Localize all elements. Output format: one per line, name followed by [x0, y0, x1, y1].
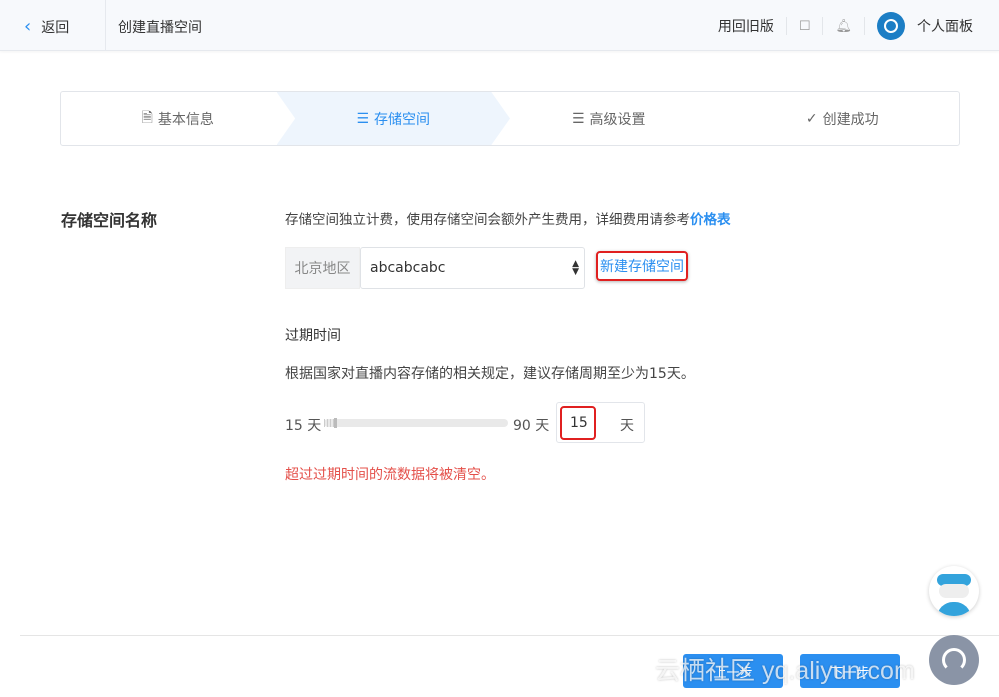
step-label: 基本信息 — [157, 111, 214, 128]
sort-caret-icon: ▲ ▼ — [572, 259, 579, 277]
step-label: 创建成功 — [822, 111, 879, 128]
expire-note: 根据国家对直播内容存储的相关规定，建议存储周期至少为15天。 — [285, 366, 695, 382]
step-success: ✓ 创建成功 — [726, 92, 960, 145]
divider — [864, 17, 865, 35]
expire-title: 过期时间 — [285, 328, 341, 344]
presentation-icon[interactable]: ☐ — [799, 19, 811, 34]
slider-min-label: 15 天 — [285, 418, 322, 434]
days-input-group: 15 天 — [556, 402, 645, 443]
storage-description: 存储空间独立计费，使用存储空间会额外产生费用，详细费用请参考价格表 — [285, 208, 731, 228]
price-link[interactable]: 价格表 — [690, 212, 731, 228]
page-title: 创建直播空间 — [118, 20, 202, 36]
step-advanced: ☰ 高级设置 — [492, 92, 726, 145]
next-step-button[interactable]: 下一步 — [800, 654, 900, 688]
mascot-body — [937, 602, 971, 616]
days-unit: 天 — [620, 418, 634, 434]
back-label: 返回 — [41, 19, 70, 36]
step-indicator: 🗎︎ 基本信息 ☰ 存储空间 ☰ 高级设置 ✓ 创建成功 — [60, 91, 960, 146]
document-icon: 🗎︎ — [141, 109, 153, 126]
slider-max-label: 90 天 — [513, 418, 550, 434]
section-label: 存储空间名称 — [61, 211, 158, 230]
mascot-face — [939, 584, 969, 598]
list-icon: ☰ — [356, 110, 370, 127]
days-input[interactable]: 15 — [560, 406, 596, 440]
chevron-left-icon: ‹ — [24, 16, 32, 37]
divider — [20, 635, 999, 636]
headset-icon — [942, 648, 966, 672]
slider-thumb[interactable] — [334, 418, 337, 428]
bucket-select[interactable]: abcabcabc ▲ ▼ — [360, 247, 585, 289]
step-label: 高级设置 — [589, 111, 646, 128]
support-button[interactable] — [929, 635, 979, 685]
check-circle-icon: ✓ — [805, 110, 818, 127]
step-label: 存储空间 — [374, 111, 431, 128]
back-button[interactable]: ‹ 返回 — [24, 16, 69, 37]
user-avatar[interactable] — [877, 12, 905, 40]
step-basic-info: 🗎︎ 基本信息 — [61, 92, 295, 145]
bell-icon[interactable]: 🔔︎ — [835, 19, 852, 34]
expire-warning: 超过过期时间的流数据将被清空。 — [285, 467, 495, 483]
old-version-link[interactable]: 用回旧版 — [718, 16, 774, 36]
assistant-mascot-button[interactable] — [929, 566, 979, 616]
profile-link[interactable]: 个人面板 — [917, 16, 973, 36]
bucket-value: abcabcabc — [370, 260, 446, 276]
list-icon: ☰ — [571, 110, 585, 127]
prev-step-button[interactable]: 上一步 — [683, 654, 783, 688]
description-text: 存储空间独立计费，使用存储空间会额外产生费用，详细费用请参考 — [285, 212, 690, 228]
expire-slider[interactable] — [324, 418, 508, 428]
new-bucket-link[interactable]: 新建存储空间 — [596, 251, 688, 281]
divider — [822, 17, 824, 35]
region-label: 北京地区 — [285, 247, 360, 289]
divider — [785, 17, 787, 35]
divider — [105, 0, 106, 51]
step-storage: ☰ 存储空间 — [276, 92, 510, 145]
top-bar: ‹ 返回 创建直播空间 用回旧版 ☐ 🔔︎ 个人面板 — [0, 0, 999, 51]
